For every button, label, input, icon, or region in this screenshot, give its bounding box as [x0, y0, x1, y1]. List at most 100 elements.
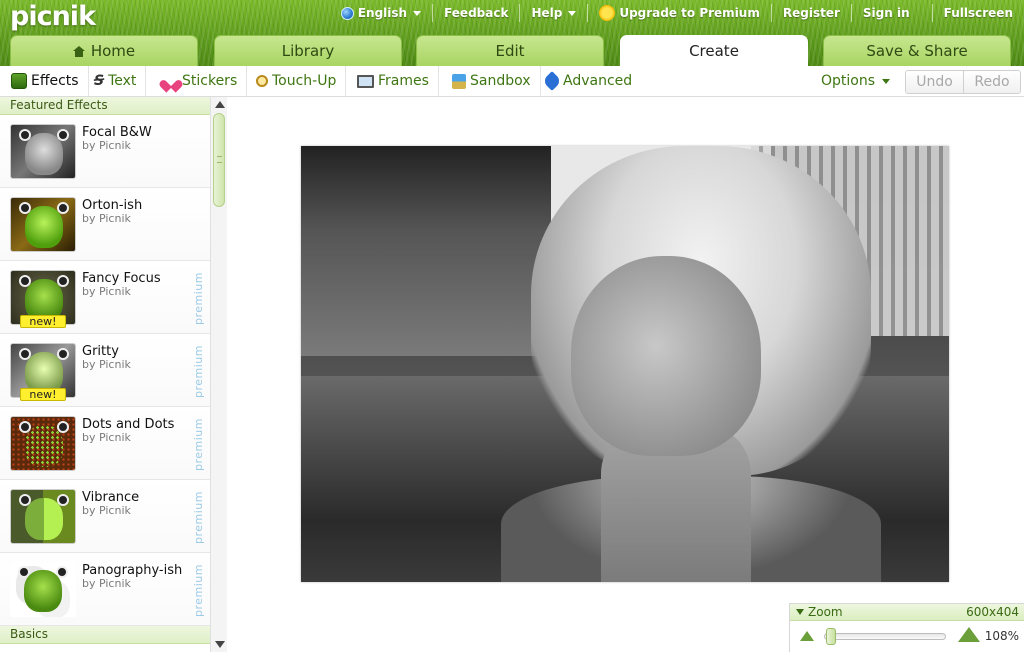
scroll-down-arrow-icon[interactable]: [215, 641, 225, 648]
tool-touch-up-label: Touch-Up: [272, 73, 337, 89]
effects-panel: Featured Effects Focal B&W by Picnik Ort…: [0, 97, 227, 652]
chevron-down-icon: [882, 78, 891, 84]
undo-redo-group: Undo Redo: [905, 70, 1021, 94]
tool-stickers-label: Stickers: [182, 73, 238, 89]
premium-label: premium: [192, 491, 205, 545]
photo-canvas: [227, 97, 1024, 652]
effect-name: Dots and Dots: [82, 417, 175, 432]
effect-thumbnail: [10, 197, 76, 252]
effects-list: Focal B&W by Picnik Orton-ish by Picnik …: [0, 115, 210, 626]
options-menu[interactable]: Options: [812, 66, 899, 96]
tool-sandbox-label: Sandbox: [470, 73, 531, 89]
heart-icon: [164, 75, 178, 88]
tab-save-share[interactable]: Save & Share: [823, 35, 1011, 66]
upgrade-label: Upgrade to Premium: [619, 6, 760, 20]
effect-item-fancy-focus[interactable]: new! Fancy Focus by Picnik premium: [0, 261, 210, 334]
tab-edit[interactable]: Edit: [416, 35, 604, 66]
undo-button[interactable]: Undo: [906, 71, 963, 93]
effect-name: Orton-ish: [82, 198, 143, 213]
edited-photo[interactable]: [301, 146, 949, 582]
effect-item-dots-and-dots[interactable]: Dots and Dots by Picnik premium: [0, 407, 210, 480]
register-link[interactable]: Register: [772, 4, 852, 22]
tool-frames[interactable]: Frames: [348, 66, 439, 96]
effect-thumbnail: [10, 416, 76, 471]
tab-edit-label: Edit: [495, 42, 525, 60]
tool-advanced[interactable]: Advanced: [536, 66, 641, 96]
tool-effects[interactable]: Effects: [2, 66, 89, 96]
featured-effects-heading[interactable]: Featured Effects: [0, 97, 210, 115]
magnifier-icon: [256, 75, 268, 87]
zoom-slider-handle[interactable]: [826, 628, 836, 645]
fullscreen-link[interactable]: Fullscreen: [933, 4, 1024, 22]
tab-save-share-label: Save & Share: [866, 42, 968, 60]
effect-item-focal-bw[interactable]: Focal B&W by Picnik: [0, 115, 210, 188]
basics-heading[interactable]: Basics: [0, 626, 210, 644]
effect-item-vibrance[interactable]: Vibrance by Picnik premium: [0, 480, 210, 553]
home-icon: [72, 45, 85, 57]
effect-name: Gritty: [82, 344, 119, 359]
effect-name: Fancy Focus: [82, 271, 161, 286]
tool-text-label: Text: [108, 73, 137, 89]
redo-button[interactable]: Redo: [963, 71, 1020, 93]
zoom-out-icon[interactable]: [800, 630, 816, 641]
help-menu[interactable]: Help: [520, 4, 589, 22]
feedback-link[interactable]: Feedback: [433, 4, 521, 22]
frame-icon: [357, 74, 374, 88]
tab-create-label: Create: [689, 42, 739, 60]
tool-effects-label: Effects: [31, 73, 79, 89]
panel-scrollbar[interactable]: [210, 97, 227, 652]
new-badge: new!: [20, 315, 66, 328]
effect-author: by Picnik: [82, 285, 131, 298]
tool-text[interactable]: Ꞩ Text: [85, 66, 147, 96]
sun-icon: [599, 5, 616, 21]
premium-label: premium: [192, 345, 205, 399]
effect-thumbnail: [10, 489, 76, 544]
globe-icon: [340, 6, 354, 20]
text-icon: Ꞩ: [94, 73, 105, 89]
scroll-up-arrow-icon[interactable]: [215, 101, 225, 108]
chevron-down-icon: [796, 609, 804, 615]
effect-item-gritty[interactable]: new! Gritty by Picnik premium: [0, 334, 210, 407]
language-label: English: [357, 6, 408, 20]
image-dimensions: 600x404: [966, 605, 1019, 619]
tool-touch-up[interactable]: Touch-Up: [247, 66, 347, 96]
effect-author: by Picnik: [82, 431, 131, 444]
effect-item-orton-ish[interactable]: Orton-ish by Picnik: [0, 188, 210, 261]
effect-name: Vibrance: [82, 490, 140, 505]
tab-library[interactable]: Library: [214, 35, 402, 66]
tool-stickers[interactable]: Stickers: [155, 66, 248, 96]
effect-thumbnail: [10, 562, 76, 617]
tab-home[interactable]: Home: [10, 35, 198, 66]
tab-library-label: Library: [281, 42, 335, 60]
new-badge: new!: [20, 388, 66, 401]
effect-thumbnail: [10, 124, 76, 179]
effect-author: by Picnik: [82, 139, 131, 152]
zoom-slider[interactable]: [824, 633, 946, 640]
zoom-in-icon[interactable]: [958, 627, 982, 642]
effect-author: by Picnik: [82, 212, 131, 225]
zoom-percent: 108%: [984, 629, 1019, 643]
create-toolbar: Effects Ꞩ Text Stickers Touch-Up Frames …: [0, 66, 1024, 97]
options-label: Options: [821, 73, 876, 89]
tab-create[interactable]: Create: [620, 35, 808, 66]
tool-sandbox[interactable]: Sandbox: [443, 66, 541, 96]
top-links: English Feedback Help Upgrade to Premium…: [330, 3, 1024, 23]
tool-advanced-label: Advanced: [563, 73, 633, 89]
signin-link[interactable]: Sign in: [852, 4, 933, 22]
zoom-label: Zoom: [808, 605, 843, 619]
premium-label: premium: [192, 418, 205, 472]
sandbox-icon: [452, 73, 466, 89]
language-selector[interactable]: English: [330, 4, 434, 22]
effect-name: Focal B&W: [82, 125, 152, 140]
effect-author: by Picnik: [82, 358, 131, 371]
effect-item-panography-ish[interactable]: Panography-ish by Picnik premium: [0, 553, 210, 626]
zoom-header[interactable]: Zoom 600x404: [790, 604, 1024, 621]
help-label: Help: [531, 6, 563, 20]
zoom-panel: Zoom 600x404 108%: [789, 603, 1024, 652]
picnik-logo[interactable]: picnik: [10, 1, 96, 32]
upgrade-premium-link[interactable]: Upgrade to Premium: [588, 4, 772, 22]
pin-icon: [542, 71, 562, 91]
scroll-thumb[interactable]: [213, 113, 225, 207]
premium-label: premium: [192, 272, 205, 326]
tab-home-label: Home: [90, 42, 136, 60]
